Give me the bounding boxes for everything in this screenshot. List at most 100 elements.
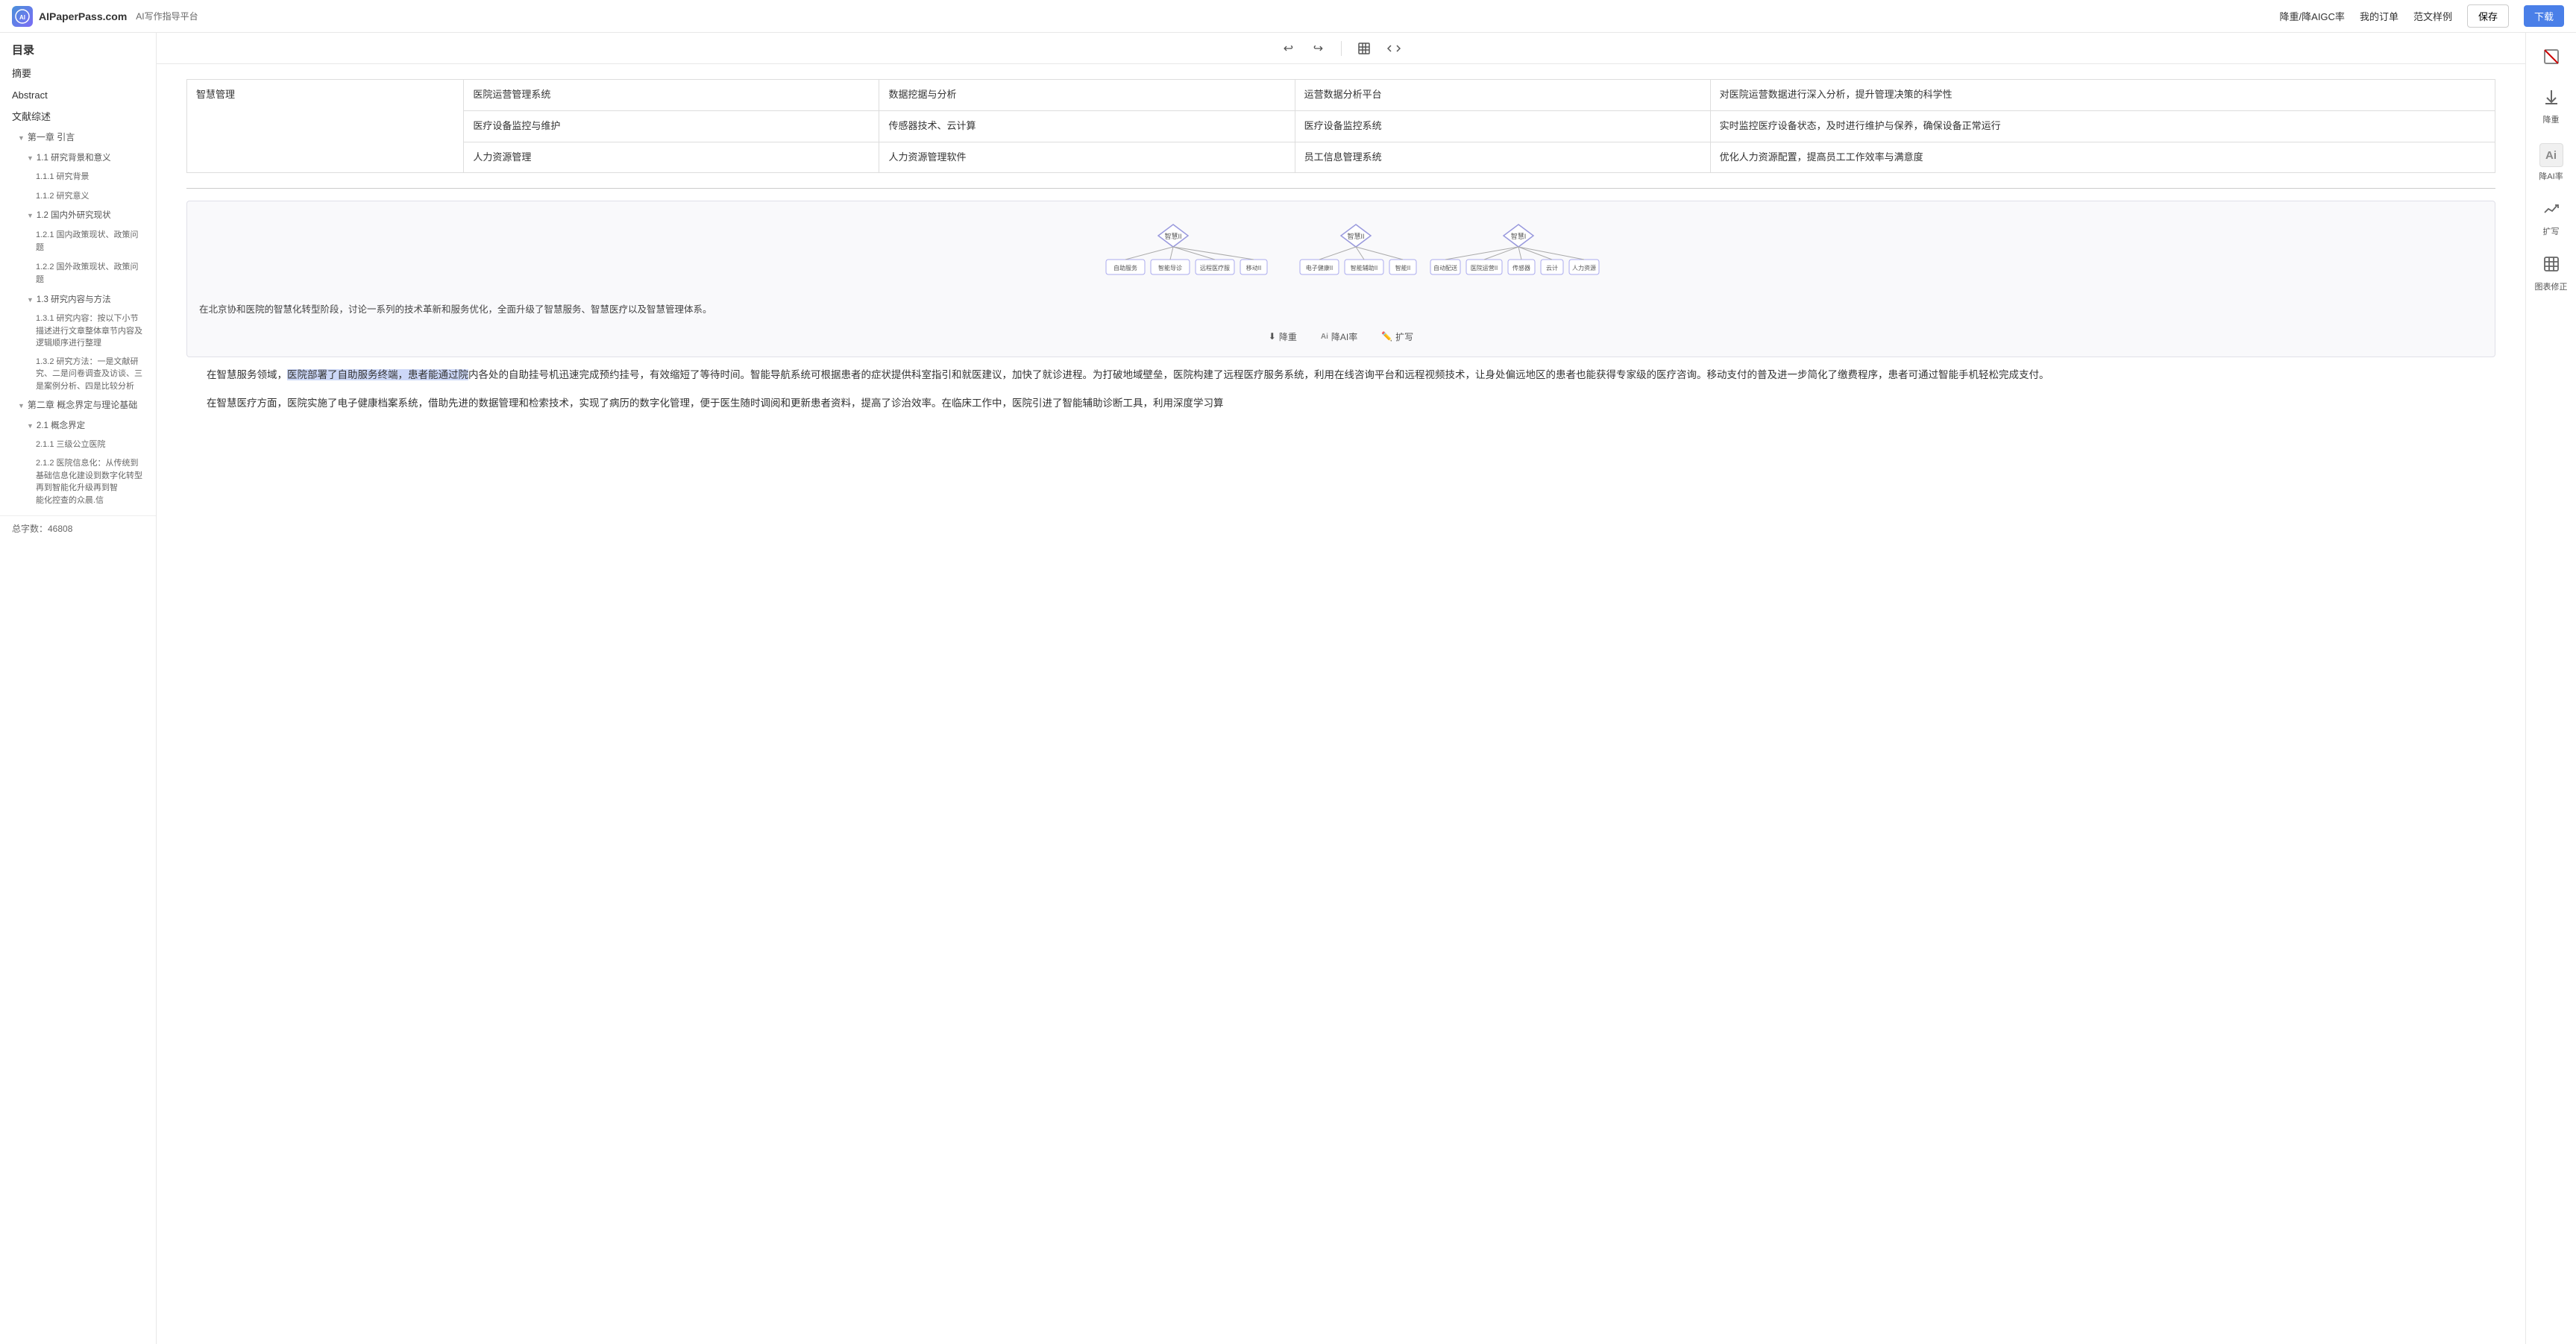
table-cell: 人力资源管理软件 xyxy=(879,142,1295,173)
table-cell: 对医院运营数据进行深入分析，提升管理决策的科学性 xyxy=(1710,80,2495,111)
svg-text:医院运营II: 医院运营II xyxy=(1471,264,1498,271)
arrow-2-1 xyxy=(27,421,34,431)
sidebar-item-1-3-2[interactable]: 1.3.2 研究方法：一是文献研究、二是问卷调查及访谈、三是案例分析、四是比较分… xyxy=(0,353,156,396)
table-row: 医疗设备监控与维护 传感器技术、云计算 医疗设备监控系统 实时监控医疗设备状态，… xyxy=(187,110,2495,142)
arrow-1-3 xyxy=(27,295,34,305)
mindmap-reduce-btn[interactable]: ⬇ 降重 xyxy=(1263,329,1303,345)
reduce-weight-label: 降重 xyxy=(2543,113,2560,125)
ai-icon: Ai xyxy=(1321,333,1328,341)
table-cell: 优化人力资源配置，提高员工工作效率与满意度 xyxy=(1710,142,2495,173)
mindmap-expand-btn[interactable]: ✏️ 扩写 xyxy=(1375,329,1419,345)
sidebar-item-ch1[interactable]: 第一章 引言 xyxy=(0,128,156,148)
arrow-ch1 xyxy=(18,133,25,143)
table-cell: 智慧管理 xyxy=(187,80,464,173)
nav-link-order[interactable]: 我的订单 xyxy=(2360,9,2398,23)
table-cell: 员工信息管理系统 xyxy=(1295,142,1710,173)
site-name: AIPaperPass.com xyxy=(39,10,127,22)
sidebar-item-abstract-cn[interactable]: 摘要 xyxy=(0,63,156,85)
editor-toolbar: ↩ ↪ xyxy=(157,33,2525,64)
svg-text:移动II: 移动II xyxy=(1246,264,1261,271)
sidebar-item-1-2-2[interactable]: 1.2.2 国外政策现状、政策问题 xyxy=(0,258,156,290)
fix-chart-icon xyxy=(2542,255,2560,277)
arrow-1-1 xyxy=(27,153,34,163)
svg-text:AI: AI xyxy=(19,14,25,21)
mindmap-description: 在北京协和医院的智慧化转型阶段，讨论一系列的技术革新和服务优化，全面升级了智慧服… xyxy=(199,301,2483,318)
reduce-label: 降重 xyxy=(1279,330,1297,343)
expand-icon xyxy=(2542,200,2560,222)
svg-text:智能辅助II: 智能辅助II xyxy=(1351,264,1377,271)
nav-link-reduce[interactable]: 降重/降AIGC率 xyxy=(2280,9,2345,23)
svg-text:自动配送: 自动配送 xyxy=(1433,264,1457,271)
table-button[interactable] xyxy=(1354,38,1375,59)
reduce-ai-label: 降AI率 xyxy=(2539,170,2563,182)
svg-text:智能II: 智能II xyxy=(1395,264,1410,271)
sidebar-item-2-1-1[interactable]: 2.1.1 三级公立医院 xyxy=(0,436,156,455)
site-slogan: AI写作指导平台 xyxy=(136,10,198,22)
table-cell: 医疗设备监控系统 xyxy=(1295,110,1710,142)
mindmap-svg-wrapper: 智慧II 自助服务 智能导诊 远程医疗服 移动II xyxy=(199,213,2483,295)
table-cell: 医院运营管理系统 xyxy=(464,80,879,111)
expand-label: 扩写 xyxy=(2543,225,2560,237)
main-layout: 目录 摘要 Abstract 文献综述 第一章 引言 1.1 研究背景和意义 1… xyxy=(0,33,2576,1344)
reduce-icon: ⬇ xyxy=(1269,331,1276,342)
paragraph-2: 在智慧医疗方面，医院实施了电子健康档案系统，借助先进的数据管理和检索技术，实现了… xyxy=(186,395,2495,412)
table-row: 智慧管理 医院运营管理系统 数据挖据与分析 运营数据分析平台 对医院运营数据进行… xyxy=(187,80,2495,111)
sidebar-item-ch2[interactable]: 第二章 概念界定与理论基础 xyxy=(0,395,156,415)
svg-text:智慧I: 智慧I xyxy=(1511,232,1527,240)
editor-content: 智慧管理 医院运营管理系统 数据挖据与分析 运营数据分析平台 对医院运营数据进行… xyxy=(157,64,2525,1344)
mindmap-actions: ⬇ 降重 Ai 降AI率 ✏️ 扩写 xyxy=(199,329,2483,345)
section-divider xyxy=(186,188,2495,189)
ai-label: 降AI率 xyxy=(1331,330,1357,343)
mindmap-ai-btn[interactable]: Ai 降AI率 xyxy=(1315,329,1363,345)
table-cell: 数据挖据与分析 xyxy=(879,80,1295,111)
sidebar-item-1-1-2[interactable]: 1.1.2 研究意义 xyxy=(0,187,156,207)
table-cell: 医疗设备监控与维护 xyxy=(464,110,879,142)
redo-button[interactable]: ↪ xyxy=(1308,38,1329,59)
mindmap-container: 智慧II 自助服务 智能导诊 远程医疗服 移动II xyxy=(186,201,2495,357)
table-row: 人力资源管理 人力资源管理软件 员工信息管理系统 优化人力资源配置，提高员工工作… xyxy=(187,142,2495,173)
sidebar-item-1-2-1[interactable]: 1.2.1 国内政策现状、政策问题 xyxy=(0,226,156,258)
nav-links: 降重/降AIGC率 我的订单 范文样例 保存 下载 xyxy=(2280,4,2564,28)
no-copy-icon xyxy=(2542,48,2560,70)
paragraph-1: 在智慧服务领域，医院部署了自助服务终端，患者能通过院内各处的自助挂号机迅速完成预… xyxy=(186,366,2495,384)
download-button[interactable]: 下载 xyxy=(2524,5,2564,27)
right-panel-reduce-btn[interactable]: 降重 xyxy=(2531,82,2572,131)
sidebar-item-1-1-1[interactable]: 1.1.1 研究背景 xyxy=(0,168,156,187)
right-panel-nocopy-btn[interactable] xyxy=(2531,42,2572,76)
svg-text:人力资源: 人力资源 xyxy=(1572,264,1596,271)
svg-text:云计: 云计 xyxy=(1546,264,1558,271)
highlight-text-1: 医院部署了自助服务终端，患者能通过院 xyxy=(287,369,468,380)
sidebar-item-1-3-1[interactable]: 1.3.1 研究内容：按以下小节描述进行文章整体章节内容及逻辑顺序进行整理 xyxy=(0,310,156,353)
expand-label: 扩写 xyxy=(1395,330,1413,343)
sidebar-item-2-1-2[interactable]: 2.1.2 医院信息化：从传统到基础信息化建设到数字化转型再到智能化升级再到智能… xyxy=(0,454,156,509)
toolbar-divider xyxy=(1341,41,1342,56)
svg-text:智能导诊: 智能导诊 xyxy=(1158,264,1182,271)
sidebar: 目录 摘要 Abstract 文献综述 第一章 引言 1.1 研究背景和意义 1… xyxy=(0,33,157,1344)
sidebar-item-1-2[interactable]: 1.2 国内外研究现状 xyxy=(0,206,156,225)
undo-button[interactable]: ↩ xyxy=(1278,38,1299,59)
right-panel-fix-chart-btn[interactable]: 图表修正 xyxy=(2531,249,2572,298)
code-button[interactable] xyxy=(1383,38,1404,59)
sidebar-item-abstract-en[interactable]: Abstract xyxy=(0,85,156,107)
mindmap-svg: 智慧II 自助服务 智能导诊 远程医疗服 移动II xyxy=(1080,213,1602,295)
logo-area: AI AIPaperPass.com AI写作指导平台 xyxy=(12,6,198,27)
right-panel-ai-btn[interactable]: Ai 降AI率 xyxy=(2531,137,2572,188)
top-navigation: AI AIPaperPass.com AI写作指导平台 降重/降AIGC率 我的… xyxy=(0,0,2576,33)
right-panel-expand-btn[interactable]: 扩写 xyxy=(2531,194,2572,243)
nav-link-sample[interactable]: 范文样例 xyxy=(2413,9,2452,23)
content-table: 智慧管理 医院运营管理系统 数据挖据与分析 运营数据分析平台 对医院运营数据进行… xyxy=(186,79,2495,173)
svg-text:远程医疗服: 远程医疗服 xyxy=(1200,264,1230,271)
sidebar-item-1-3[interactable]: 1.3 研究内容与方法 xyxy=(0,290,156,310)
svg-text:智慧II: 智慧II xyxy=(1347,232,1364,240)
content-area: ↩ ↪ xyxy=(157,33,2525,1344)
reduce-weight-icon xyxy=(2542,88,2560,110)
expand-icon: ✏️ xyxy=(1381,331,1392,342)
table-cell: 实时监控医疗设备状态，及时进行维护与保养，确保设备正常运行 xyxy=(1710,110,2495,142)
svg-text:自助服务: 自助服务 xyxy=(1113,264,1137,271)
table-cell: 运营数据分析平台 xyxy=(1295,80,1710,111)
svg-text:电子健康II: 电子健康II xyxy=(1306,264,1333,271)
sidebar-item-1-1[interactable]: 1.1 研究背景和意义 xyxy=(0,148,156,168)
sidebar-item-literature[interactable]: 文献综述 xyxy=(0,107,156,128)
sidebar-item-2-1[interactable]: 2.1 概念界定 xyxy=(0,416,156,436)
save-button[interactable]: 保存 xyxy=(2467,4,2509,28)
